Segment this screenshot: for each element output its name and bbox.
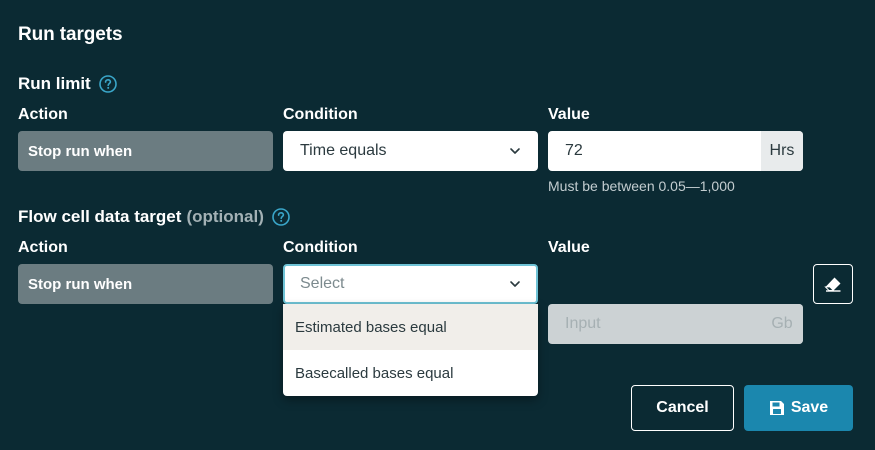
flow-cell-unit: Gb (761, 304, 803, 344)
run-limit-condition-select[interactable]: Time equals (283, 131, 538, 171)
clear-target-button[interactable] (813, 264, 853, 304)
flow-cell-heading: Flow cell data target (optional) (18, 207, 290, 227)
flow-cell-condition-placeholder: Select (300, 275, 345, 292)
flow-cell-condition-select[interactable]: Select (283, 264, 538, 304)
flow-cell-value-label: Value (548, 239, 590, 256)
dropdown-option-estimated-bases[interactable]: Estimated bases equal (283, 304, 538, 350)
condition-dropdown-menu: Estimated bases equal Basecalled bases e… (283, 304, 538, 396)
run-limit-unit: Hrs (761, 131, 803, 171)
dropdown-option-basecalled-bases[interactable]: Basecalled bases equal (283, 350, 538, 396)
floppy-disk-icon (769, 401, 784, 415)
chevron-down-icon (510, 281, 520, 287)
run-limit-value-text: 72 (565, 142, 583, 159)
question-circle-icon[interactable] (98, 75, 117, 93)
dialog-title: Run targets (18, 24, 123, 45)
run-limit-title: Run limit (18, 74, 91, 93)
flow-cell-title: Flow cell data target (18, 207, 182, 226)
run-limit-condition-value: Time equals (300, 142, 387, 159)
run-limit-heading: Run limit (18, 74, 117, 94)
flow-cell-value-input: Input Gb (548, 304, 803, 344)
chevron-down-icon (510, 148, 520, 154)
run-limit-action-label: Action (18, 106, 68, 123)
flow-cell-value-placeholder: Input (565, 315, 601, 332)
run-limit-value-label: Value (548, 106, 590, 123)
save-button[interactable]: Save (744, 385, 853, 431)
cancel-button[interactable]: Cancel (631, 385, 734, 431)
run-limit-hint: Must be between 0.05—1,000 (548, 178, 735, 194)
flow-cell-condition-label: Condition (283, 239, 358, 256)
run-limit-value-input[interactable]: 72 Hrs (548, 131, 803, 171)
flow-cell-action-label: Action (18, 239, 68, 256)
flow-cell-action-field: Stop run when (18, 264, 273, 304)
optional-tag: (optional) (186, 207, 264, 226)
save-label: Save (790, 399, 829, 416)
question-circle-icon[interactable] (272, 208, 290, 226)
eraser-icon (824, 277, 841, 292)
run-limit-action-field: Stop run when (18, 131, 273, 171)
run-limit-condition-label: Condition (283, 106, 358, 123)
